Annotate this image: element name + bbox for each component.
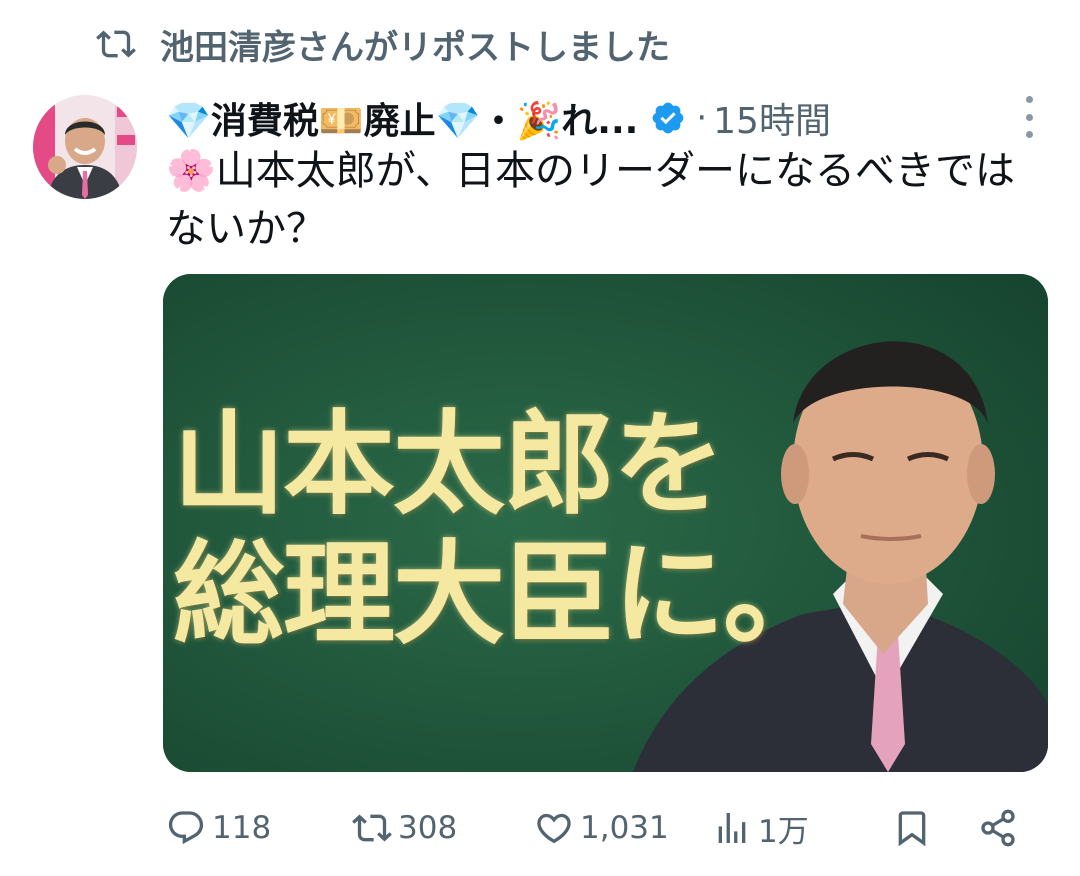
- avatar[interactable]: [33, 95, 137, 199]
- tweet-text: 🌸山本太郎が、日本のリーダーになるべきではないか？: [166, 148, 1016, 252]
- repost-icon: [96, 30, 136, 58]
- reply-button[interactable]: 118: [166, 798, 271, 858]
- bookmark-button[interactable]: [892, 798, 932, 858]
- share-icon: [981, 809, 1015, 847]
- separator-dot: ·: [696, 98, 708, 138]
- repost-context-text: 池田清彦さんがリポストしました: [160, 27, 670, 68]
- views-chart-icon: [718, 813, 746, 843]
- bookmark-icon: [898, 811, 926, 847]
- like-button[interactable]: 1,031: [534, 798, 669, 858]
- share-button[interactable]: [978, 798, 1018, 858]
- more-options-icon[interactable]: [1022, 96, 1036, 138]
- verified-badge-icon: [652, 102, 684, 134]
- post-timestamp[interactable]: 15時間: [713, 92, 831, 144]
- author-display-name[interactable]: 💎消費税💴廃止💎・🎉れ...: [166, 92, 638, 144]
- repost-button[interactable]: 308: [352, 798, 457, 858]
- media-headline-line2: 総理大臣に。: [173, 529, 835, 660]
- view-count: 1万: [758, 813, 809, 850]
- heart-icon: [537, 813, 571, 844]
- tweet-media-image[interactable]: 山本太郎を 総理大臣に。: [163, 274, 1048, 772]
- repost-count: 308: [398, 810, 458, 846]
- reply-icon: [168, 811, 204, 845]
- repost-icon: [352, 814, 392, 842]
- reply-count: 118: [212, 810, 272, 846]
- tweet-header: 💎消費税💴廃止💎・🎉れ... · 15時間: [166, 88, 1040, 148]
- tweet-actions: 118 308 1,031 1万: [166, 798, 1036, 858]
- like-count: 1,031: [580, 810, 669, 846]
- repost-context[interactable]: 池田清彦さんがリポストしました: [96, 18, 670, 70]
- views-button[interactable]: 1万: [712, 798, 809, 858]
